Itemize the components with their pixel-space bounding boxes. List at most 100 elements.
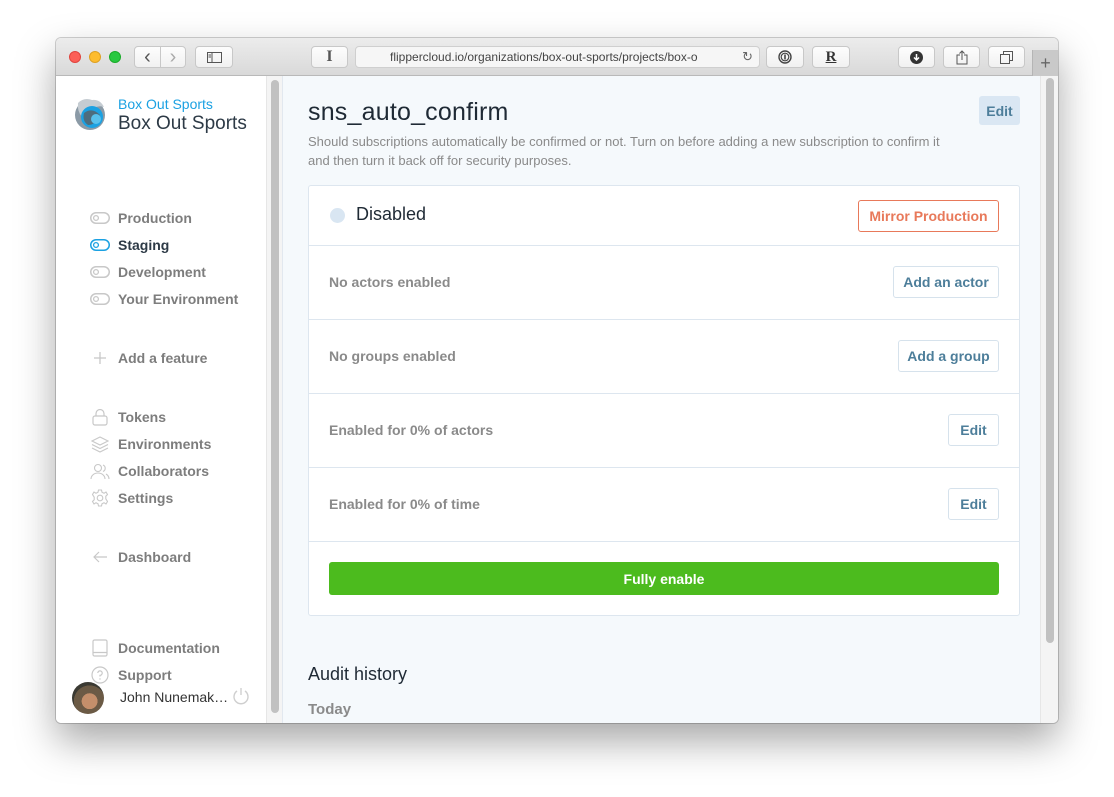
zoom-window-button[interactable] xyxy=(109,51,121,63)
toggle-off-icon xyxy=(90,210,110,226)
new-tab-icon: + xyxy=(1040,52,1051,73)
edit-feature-button[interactable]: Edit xyxy=(979,96,1020,125)
dashboard-label: Dashboard xyxy=(118,549,192,565)
reader-icon: I xyxy=(326,48,333,65)
users-icon xyxy=(90,463,110,479)
org-subtitle[interactable]: Box Out Sports xyxy=(118,96,213,112)
user-name[interactable]: John Nunemak… xyxy=(120,689,228,705)
close-window-button[interactable] xyxy=(69,51,81,63)
sidebar-icon xyxy=(206,51,222,63)
url-bar[interactable]: flippercloud.io/organizations/box-out-sp… xyxy=(355,46,760,68)
browser-toolbar: ‹ › I flippercloud.io/organizations/box-… xyxy=(56,38,1058,76)
minimize-window-button[interactable] xyxy=(89,51,101,63)
fully-enable-button[interactable]: Fully enable xyxy=(329,562,999,595)
env-label: Production xyxy=(118,210,192,226)
status-badge: Disabled xyxy=(356,204,427,224)
sidebar-toggle-button[interactable] xyxy=(195,46,233,68)
sidebar-item-tokens[interactable]: Tokens xyxy=(90,407,166,427)
toggle-active-icon xyxy=(90,237,110,253)
add-feature-link[interactable]: Add a feature xyxy=(90,348,207,368)
env-development[interactable]: Development xyxy=(90,262,206,282)
env-your-environment[interactable]: Your Environment xyxy=(90,289,238,309)
audit-history-heading: Audit history xyxy=(308,664,408,684)
tabs-button[interactable] xyxy=(988,46,1025,68)
r-extension-icon: R xyxy=(825,48,837,65)
share-icon xyxy=(956,49,967,64)
sidebar-scrollbar-thumb[interactable] xyxy=(271,80,279,713)
edit-percent-actors-button[interactable]: Edit xyxy=(948,414,999,446)
plus-icon xyxy=(90,350,110,366)
back-button[interactable]: ‹ xyxy=(135,47,160,67)
onepassword-button[interactable] xyxy=(766,46,804,68)
env-staging[interactable]: Staging xyxy=(90,235,169,255)
org-title: Box Out Sports xyxy=(118,113,247,134)
help-circle-icon xyxy=(90,666,110,684)
status-row: Disabled Mirror Production xyxy=(309,186,1019,246)
history-nav: ‹ › xyxy=(134,46,186,68)
status-indicator xyxy=(330,208,345,223)
sidebar-item-documentation[interactable]: Documentation xyxy=(90,638,220,658)
share-button[interactable] xyxy=(943,46,980,68)
audit-day-heading: Today xyxy=(308,701,352,718)
sidebar-scrollbar[interactable] xyxy=(266,76,282,723)
percent-actors-label: Enabled for 0% of actors xyxy=(329,422,494,438)
add-feature-label: Add a feature xyxy=(118,350,208,366)
browser-window: ‹ › I flippercloud.io/organizations/box-… xyxy=(56,38,1058,723)
percent-actors-row: Enabled for 0% of actors Edit xyxy=(309,394,1019,468)
reload-icon[interactable]: ↻ xyxy=(742,49,753,65)
back-icon: ‹ xyxy=(144,46,151,68)
actors-label: No actors enabled xyxy=(329,274,451,290)
toggle-off-icon xyxy=(90,291,110,307)
feature-gates-card: Disabled Mirror Production No actors ena… xyxy=(308,185,1020,616)
sidebar-item-label: Collaborators xyxy=(118,463,210,479)
feature-title: sns_auto_confirm xyxy=(308,98,509,126)
sidebar: Box Out Sports Box Out Sports Production… xyxy=(56,76,282,723)
downloads-button[interactable] xyxy=(898,46,935,68)
toggle-off-icon xyxy=(90,264,110,280)
sidebar-item-label: Environments xyxy=(118,436,212,452)
dashboard-link[interactable]: Dashboard xyxy=(90,547,191,567)
env-label: Your Environment xyxy=(118,291,239,307)
forward-button[interactable]: › xyxy=(159,46,185,68)
new-tab-button[interactable]: + xyxy=(1032,50,1058,76)
env-production[interactable]: Production xyxy=(90,208,192,228)
main-scrollbar[interactable] xyxy=(1040,76,1058,723)
add-group-button[interactable]: Add a group xyxy=(898,340,999,372)
env-label: Staging xyxy=(118,237,170,253)
sidebar-item-collaborators[interactable]: Collaborators xyxy=(90,461,209,481)
book-icon xyxy=(90,639,110,657)
sidebar-item-label: Documentation xyxy=(118,640,220,656)
sidebar-item-label: Settings xyxy=(118,490,174,506)
groups-row: No groups enabled Add a group xyxy=(309,320,1019,394)
sidebar-item-settings[interactable]: Settings xyxy=(90,488,173,508)
percent-time-row: Enabled for 0% of time Edit xyxy=(309,468,1019,542)
reader-button[interactable]: I xyxy=(311,46,348,68)
tabs-icon xyxy=(1000,50,1013,64)
percent-time-label: Enabled for 0% of time xyxy=(329,496,480,512)
arrow-left-icon xyxy=(90,549,110,565)
onepassword-icon xyxy=(778,50,792,64)
sidebar-item-label: Support xyxy=(118,667,172,683)
layers-icon xyxy=(90,435,110,453)
avatar[interactable] xyxy=(72,682,104,714)
lock-icon xyxy=(90,408,110,426)
gear-icon xyxy=(90,489,110,507)
add-actor-button[interactable]: Add an actor xyxy=(893,266,999,298)
sidebar-item-support[interactable]: Support xyxy=(90,665,172,685)
env-label: Development xyxy=(118,264,206,280)
download-icon xyxy=(910,50,923,64)
logout-button[interactable] xyxy=(232,687,250,710)
r-extension-button[interactable]: R xyxy=(812,46,850,68)
edit-percent-time-button[interactable]: Edit xyxy=(948,488,999,520)
org-logo-icon xyxy=(75,99,105,130)
url-text: flippercloud.io/organizations/box-out-sp… xyxy=(390,50,698,64)
sidebar-item-environments[interactable]: Environments xyxy=(90,434,211,454)
mirror-production-button[interactable]: Mirror Production xyxy=(858,200,999,232)
power-icon xyxy=(233,688,249,705)
main-scrollbar-thumb[interactable] xyxy=(1046,78,1054,643)
actors-row: No actors enabled Add an actor xyxy=(309,246,1019,320)
forward-icon: › xyxy=(169,46,177,68)
sidebar-item-label: Tokens xyxy=(118,409,166,425)
groups-label: No groups enabled xyxy=(329,348,456,364)
feature-description: Should subscriptions automatically be co… xyxy=(308,134,940,168)
